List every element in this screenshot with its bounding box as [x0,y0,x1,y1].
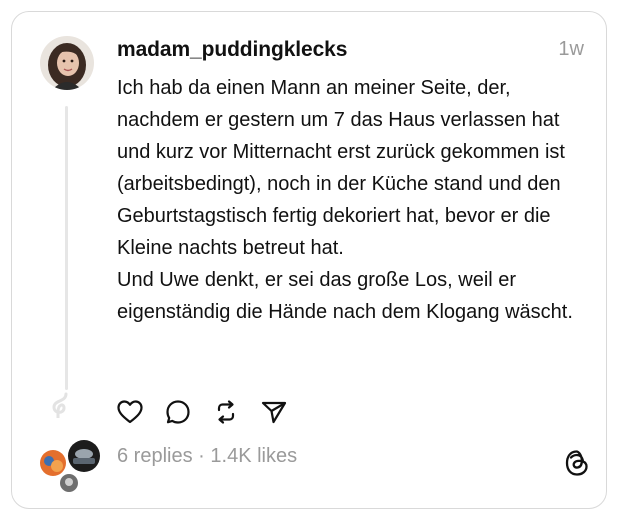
like-button[interactable] [116,398,144,426]
stats-separator: · [198,445,205,467]
send-icon [261,401,287,424]
post-stats: 6 replies · 1.4K likes [117,445,297,468]
heart-icon [117,400,143,424]
replier-avatar[interactable] [58,472,80,494]
threads-logo-icon [564,449,590,477]
likes-count[interactable]: 1.4K likes [210,445,297,467]
repost-icon [217,400,235,424]
username[interactable]: madam_puddingklecks [117,38,347,62]
replier-avatar[interactable] [66,438,102,474]
thread-loop-icon [48,392,72,420]
repost-button[interactable] [212,398,240,426]
author-avatar[interactable] [40,36,94,90]
share-button[interactable] [260,398,288,426]
action-bar [116,398,308,426]
replies-count[interactable]: 6 replies [117,445,193,467]
thread-line [65,106,68,390]
comment-icon [166,400,190,424]
timestamp[interactable]: 1w [558,38,584,61]
reply-button[interactable] [164,398,192,426]
post-text: Ich hab da einen Mann an meiner Seite, d… [117,72,587,328]
post-paragraph: Und Uwe denkt, er sei das große Los, wei… [117,269,573,323]
post-paragraph: Ich hab da einen Mann an meiner Seite, d… [117,77,565,259]
